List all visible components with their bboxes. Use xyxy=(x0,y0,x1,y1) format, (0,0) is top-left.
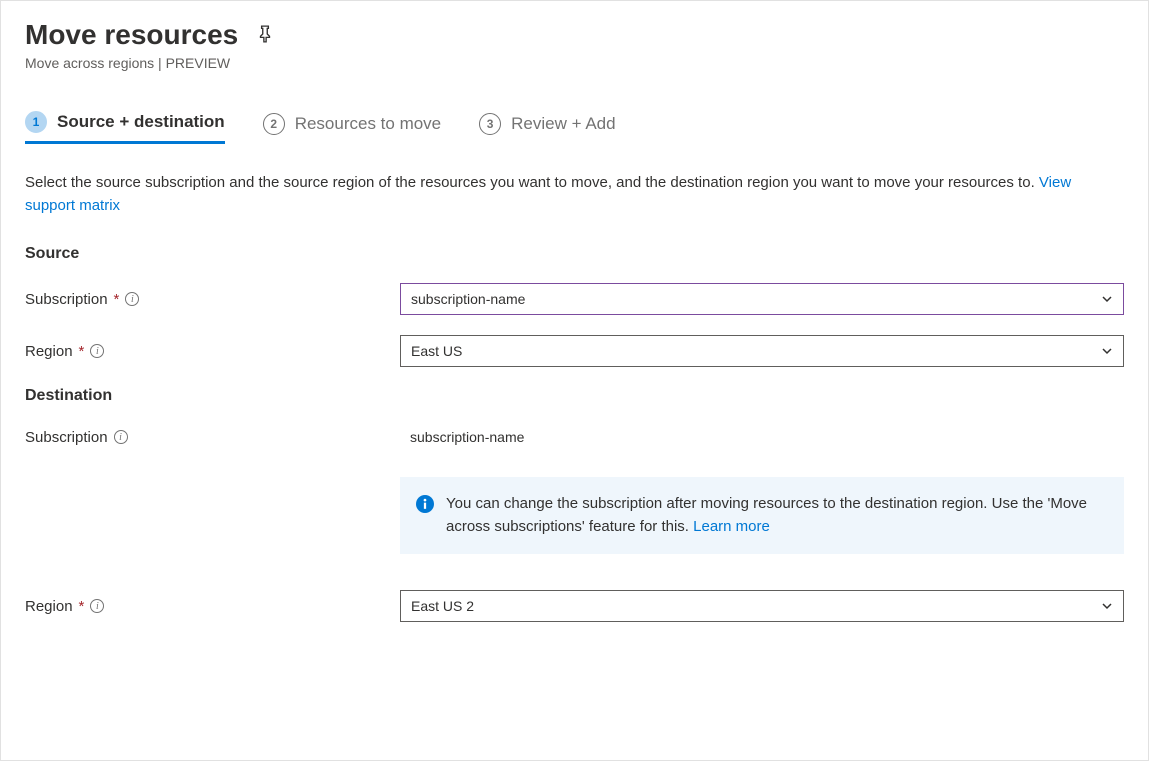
pin-icon[interactable] xyxy=(256,25,274,46)
destination-region-dropdown[interactable]: East US 2 xyxy=(400,590,1124,622)
chevron-down-icon xyxy=(1101,293,1113,305)
source-region-label: Region xyxy=(25,343,73,360)
destination-region-label: Region xyxy=(25,598,73,615)
info-box: You can change the subscription after mo… xyxy=(400,477,1124,554)
destination-subscription-label: Subscription xyxy=(25,429,108,446)
dropdown-value: East US xyxy=(411,343,462,359)
source-region-dropdown[interactable]: East US xyxy=(400,335,1124,367)
intro-text: Select the source subscription and the s… xyxy=(25,172,1124,217)
destination-heading: Destination xyxy=(25,387,1124,405)
step-number: 2 xyxy=(263,113,285,135)
required-indicator: * xyxy=(114,291,120,308)
info-icon[interactable]: i xyxy=(90,599,104,613)
info-icon[interactable]: i xyxy=(125,292,139,306)
wizard-steps: 1 Source + destination 2 Resources to mo… xyxy=(25,111,1124,144)
step-number: 1 xyxy=(25,111,47,133)
step-label: Source + destination xyxy=(57,112,225,132)
learn-more-link[interactable]: Learn more xyxy=(693,518,770,535)
step-source-destination[interactable]: 1 Source + destination xyxy=(25,111,225,144)
dropdown-value: subscription-name xyxy=(411,291,525,307)
required-indicator: * xyxy=(79,343,85,360)
dropdown-value: East US 2 xyxy=(411,598,474,614)
page-title: Move resources xyxy=(25,19,238,51)
step-review-add[interactable]: 3 Review + Add xyxy=(479,111,615,144)
destination-subscription-value: subscription-name xyxy=(400,425,1124,449)
source-heading: Source xyxy=(25,245,1124,263)
source-subscription-label: Subscription xyxy=(25,291,108,308)
chevron-down-icon xyxy=(1101,345,1113,357)
chevron-down-icon xyxy=(1101,600,1113,612)
step-label: Review + Add xyxy=(511,114,615,134)
step-number: 3 xyxy=(479,113,501,135)
step-label: Resources to move xyxy=(295,114,441,134)
source-subscription-dropdown[interactable]: subscription-name xyxy=(400,283,1124,315)
page-subtitle: Move across regions | PREVIEW xyxy=(25,55,1124,71)
info-icon[interactable]: i xyxy=(90,344,104,358)
info-icon[interactable]: i xyxy=(114,430,128,444)
required-indicator: * xyxy=(79,598,85,615)
info-icon xyxy=(416,495,434,513)
step-resources-to-move[interactable]: 2 Resources to move xyxy=(263,111,441,144)
